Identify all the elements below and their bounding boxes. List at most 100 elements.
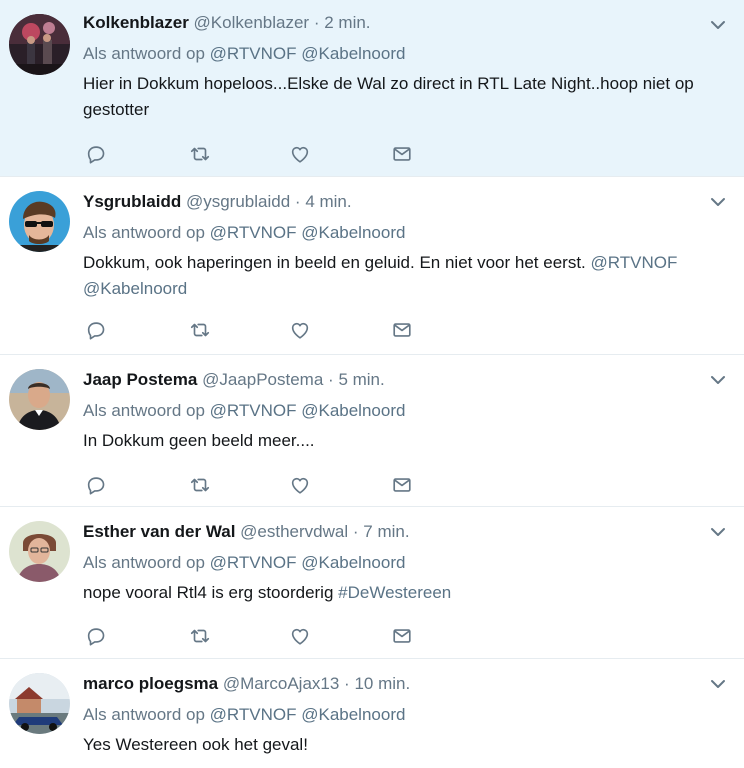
tweet-text-content: In Dokkum geen beeld meer.... <box>83 431 315 450</box>
tweet-text: Hier in Dokkum hopeloos...Elske de Wal z… <box>83 71 720 123</box>
mention-link[interactable]: @RTVNOF <box>210 401 297 420</box>
mention-link[interactable]: @Kabelnoord <box>301 223 405 242</box>
reply-context: Als antwoord op @RTVNOF @Kabelnoord <box>83 43 720 65</box>
chevron-down-icon <box>711 21 725 29</box>
more-options-button[interactable] <box>709 523 727 541</box>
timestamp[interactable]: 4 min. <box>305 192 351 211</box>
tweet[interactable]: Jaap Postema @JaapPostema · 5 min. Als a… <box>0 355 744 507</box>
more-options-button[interactable] <box>709 193 727 211</box>
author-handle[interactable]: @esthervdwal <box>240 522 348 541</box>
author-name[interactable]: marco ploegsma <box>83 674 218 693</box>
more-options-button[interactable] <box>709 371 727 389</box>
direct-message-button[interactable] <box>389 318 415 342</box>
reply-icon <box>87 628 105 646</box>
reply-prefix: Als antwoord op <box>83 223 205 242</box>
timestamp[interactable]: 7 min. <box>363 522 409 541</box>
tweet-text-content: nope vooral Rtl4 is erg stoorderig <box>83 583 334 602</box>
timestamp[interactable]: 10 min. <box>354 674 410 693</box>
separator: · <box>328 370 334 389</box>
heart-icon <box>291 146 309 163</box>
tweet-text: Dokkum, ook haperingen in beeld en gelui… <box>83 250 720 302</box>
avatar[interactable] <box>9 14 70 75</box>
author-handle[interactable]: @ysgrublaidd <box>186 192 290 211</box>
author-name[interactable]: Kolkenblazer <box>83 13 189 32</box>
mention-link[interactable]: @Kabelnoord <box>301 44 405 63</box>
like-button[interactable] <box>287 624 313 648</box>
direct-message-button[interactable] <box>389 142 415 166</box>
chevron-down-icon <box>711 528 725 536</box>
mention-link[interactable]: @Kabelnoord <box>301 553 405 572</box>
chevron-down-icon <box>711 376 725 384</box>
reply-prefix: Als antwoord op <box>83 401 205 420</box>
retweet-icon <box>190 323 210 337</box>
reply-prefix: Als antwoord op <box>83 705 205 724</box>
mention-link[interactable]: @Kabelnoord <box>301 705 405 724</box>
reply-icon <box>87 322 105 340</box>
author-handle[interactable]: @JaapPostema <box>202 370 323 389</box>
reply-context: Als antwoord op @RTVNOF @Kabelnoord <box>83 704 720 726</box>
timestamp[interactable]: 5 min. <box>338 370 384 389</box>
author-handle[interactable]: @MarcoAjax13 <box>223 674 339 693</box>
reply-prefix: Als antwoord op <box>83 44 205 63</box>
envelope-icon <box>393 323 411 337</box>
reply-context: Als antwoord op @RTVNOF @Kabelnoord <box>83 552 720 574</box>
reply-icon <box>87 477 105 495</box>
tweet[interactable]: marco ploegsma @MarcoAjax13 · 10 min. Al… <box>0 659 744 768</box>
reply-context: Als antwoord op @RTVNOF @Kabelnoord <box>83 222 720 244</box>
envelope-icon <box>393 629 411 643</box>
mention-link[interactable]: @Kabelnoord <box>301 401 405 420</box>
envelope-icon <box>393 478 411 492</box>
author-handle[interactable]: @Kolkenblazer <box>194 13 310 32</box>
separator: · <box>313 13 320 32</box>
reply-icon <box>87 146 105 164</box>
author-name[interactable]: Esther van der Wal <box>83 522 235 541</box>
mention-link[interactable]: @RTVNOF <box>210 553 297 572</box>
retweet-button[interactable] <box>187 624 213 648</box>
tweet[interactable]: Ysgrublaidd @ysgrublaidd · 4 min. Als an… <box>0 177 744 355</box>
avatar[interactable] <box>9 369 70 430</box>
retweet-icon <box>190 478 210 492</box>
mention-link[interactable]: @RTVNOF <box>210 223 297 242</box>
reply-context: Als antwoord op @RTVNOF @Kabelnoord <box>83 400 720 422</box>
separator: · <box>344 674 350 693</box>
reply-button[interactable] <box>83 142 109 166</box>
separator: · <box>352 522 359 541</box>
hashtag-link[interactable]: #DeWestereen <box>338 583 451 602</box>
retweet-icon <box>190 147 210 161</box>
chevron-down-icon <box>711 198 725 206</box>
like-button[interactable] <box>287 473 313 497</box>
timestamp[interactable]: 2 min. <box>324 13 370 32</box>
envelope-icon <box>393 147 411 161</box>
heart-icon <box>291 322 309 339</box>
mention-link[interactable]: @RTVNOF <box>210 705 297 724</box>
tweet[interactable]: Kolkenblazer @Kolkenblazer · 2 min. Als … <box>0 0 744 177</box>
like-button[interactable] <box>287 142 313 166</box>
direct-message-button[interactable] <box>389 473 415 497</box>
author-name[interactable]: Jaap Postema <box>83 370 197 389</box>
tweet-text: In Dokkum geen beeld meer.... <box>83 428 720 454</box>
direct-message-button[interactable] <box>389 624 415 648</box>
mention-link[interactable]: @RTVNOF <box>210 44 297 63</box>
heart-icon <box>291 628 309 645</box>
tweet-text-content: Yes Westereen ook het geval! <box>83 735 308 754</box>
like-button[interactable] <box>287 318 313 342</box>
avatar[interactable] <box>9 521 70 582</box>
tweet-text: nope vooral Rtl4 is erg stoorderig #DeWe… <box>83 580 720 606</box>
reply-button[interactable] <box>83 318 109 342</box>
tweet-text-content: Hier in Dokkum hopeloos...Elske de Wal z… <box>83 74 694 119</box>
tweet-feed: Kolkenblazer @Kolkenblazer · 2 min. Als … <box>0 0 744 768</box>
avatar[interactable] <box>9 191 70 252</box>
separator: · <box>294 192 301 211</box>
author-name[interactable]: Ysgrublaidd <box>83 192 181 211</box>
tweet[interactable]: Esther van der Wal @esthervdwal · 7 min.… <box>0 507 744 659</box>
more-options-button[interactable] <box>709 16 727 34</box>
reply-button[interactable] <box>83 473 109 497</box>
reply-button[interactable] <box>83 624 109 648</box>
retweet-button[interactable] <box>187 318 213 342</box>
avatar[interactable] <box>9 673 70 734</box>
retweet-button[interactable] <box>187 142 213 166</box>
reply-prefix: Als antwoord op <box>83 553 205 572</box>
more-options-button[interactable] <box>709 675 727 693</box>
retweet-button[interactable] <box>187 473 213 497</box>
heart-icon <box>291 477 309 494</box>
